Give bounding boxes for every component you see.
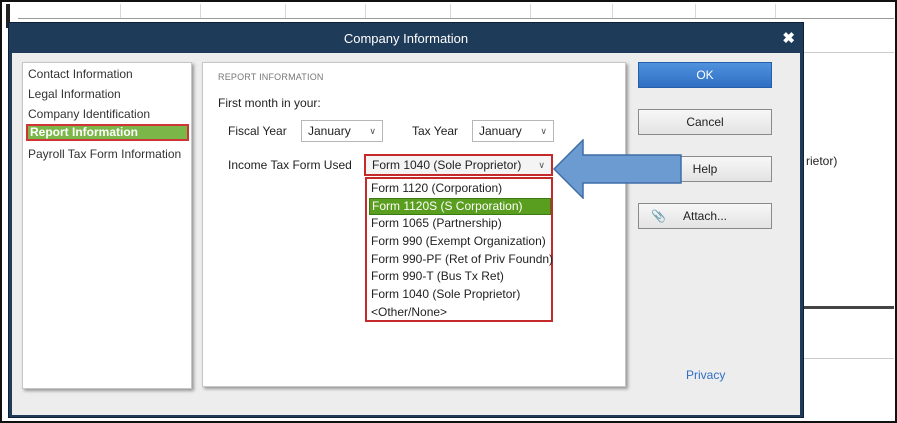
paperclip-icon: 📎 [651,209,666,223]
nav-item-company-identification[interactable]: Company Identification [27,106,151,123]
dialog-body: Contact Information Legal Information Co… [12,53,800,415]
background-column-divider [365,4,366,18]
background-divider [804,52,894,53]
income-tax-form-value: Form 1040 (Sole Proprietor) [372,158,522,172]
chevron-down-icon: ∨ [369,126,376,136]
category-list: Contact Information Legal Information Co… [22,62,192,389]
dropdown-option[interactable]: Form 1040 (Sole Proprietor) [369,286,551,303]
dropdown-option[interactable]: Form 1065 (Partnership) [369,215,551,232]
dropdown-option-highlighted[interactable]: Form 1120S (S Corporation) [369,198,551,215]
attach-button[interactable]: 📎 Attach... [638,203,772,229]
tax-year-value: January [479,124,522,138]
tax-year-label: Tax Year [412,124,459,138]
arrow-shape [553,139,682,199]
chevron-down-icon: ∨ [538,160,545,170]
background-column-divider [200,4,201,18]
privacy-link[interactable]: Privacy [686,368,725,382]
background-divider [804,306,894,309]
background-partial-text: rietor) [806,154,838,168]
dropdown-option[interactable]: Form 990 (Exempt Organization) [369,233,551,250]
dropdown-option[interactable]: Form 990-PF (Ret of Priv Foundn) [369,251,553,268]
fiscal-year-value: January [308,124,351,138]
ok-button[interactable]: OK [638,62,772,88]
nav-item-contact-information[interactable]: Contact Information [27,66,134,83]
section-heading: REPORT INFORMATION [218,72,324,82]
tax-year-select[interactable]: January ∨ [472,120,554,142]
chevron-down-icon: ∨ [540,126,547,136]
background-column-divider [285,4,286,18]
dialog-title: Company Information [343,31,469,46]
nav-item-report-information[interactable]: Report Information [26,124,189,141]
background-column-divider [530,4,531,18]
fiscal-year-select[interactable]: January ∨ [301,120,383,142]
dropdown-option[interactable]: <Other/None> [369,304,551,321]
background-header-strip [18,4,894,19]
fiscal-year-label: Fiscal Year [228,124,287,138]
dialog-titlebar[interactable]: Company Information ✖ [9,23,803,53]
background-column-divider [612,4,613,18]
background-divider [804,358,894,359]
first-month-label: First month in your: [218,96,321,110]
cancel-button[interactable]: Cancel [638,109,772,135]
attach-button-label: Attach... [682,209,728,223]
background-column-divider [120,4,121,18]
callout-arrow [553,139,682,199]
background-column-divider [695,4,696,18]
background-column-divider [775,4,776,18]
report-information-panel: REPORT INFORMATION First month in your: … [202,62,626,387]
income-tax-form-label: Income Tax Form Used [228,158,352,172]
dropdown-option[interactable]: Form 1120 (Corporation) [369,180,551,197]
income-tax-form-dropdown: Form 1120 (Corporation) Form 1120S (S Co… [365,177,553,322]
close-icon[interactable]: ✖ [782,29,795,47]
background-column-divider [450,4,451,18]
background-window [804,24,894,419]
income-tax-form-select[interactable]: Form 1040 (Sole Proprietor) ∨ [364,154,553,176]
nav-item-legal-information[interactable]: Legal Information [27,86,122,103]
dropdown-option[interactable]: Form 990-T (Bus Tx Ret) [369,268,551,285]
nav-item-payroll-tax-form-information[interactable]: Payroll Tax Form Information [27,146,182,163]
